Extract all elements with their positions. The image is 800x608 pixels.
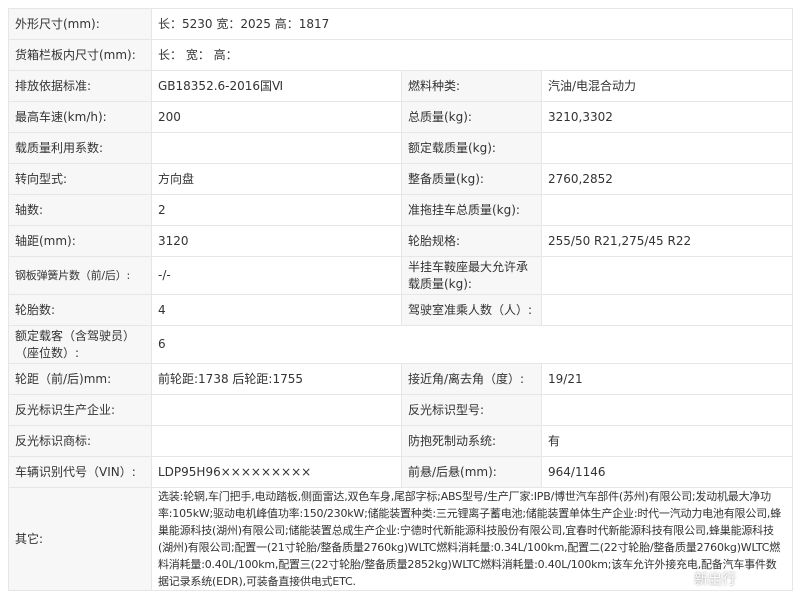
value-overhang: 964/1146 bbox=[540, 456, 794, 488]
value-cargo-box: 长： 宽： 高： bbox=[150, 39, 794, 71]
value-saddle-load bbox=[540, 256, 794, 295]
value-steering: 方向盘 bbox=[151, 163, 402, 195]
value-dimensions: 长：5230 宽：2025 高：1817 bbox=[150, 8, 794, 40]
label-load-factor: 载质量利用系数: bbox=[8, 132, 152, 164]
label-rated-load: 额定载质量(kg): bbox=[401, 132, 542, 164]
row-reflector-brand: 反光标识商标: 防抱死制动系统: 有 bbox=[8, 425, 794, 457]
label-cargo-box: 货箱栏板内尺寸(mm): bbox=[8, 39, 152, 71]
value-emission: GB18352.6-2016国Ⅵ bbox=[151, 70, 402, 102]
label-reflector-maker: 反光标识生产企业: bbox=[8, 394, 152, 426]
label-steering: 转向型式: bbox=[8, 163, 152, 195]
value-approach-angle: 19/21 bbox=[540, 363, 794, 395]
row-seats: 额定载客（含驾驶员）（座位数）: 6 bbox=[8, 325, 794, 364]
value-leaf-springs: -/- bbox=[151, 256, 402, 295]
value-cab-capacity bbox=[540, 294, 794, 326]
value-vin: LDP95H96××××××××× bbox=[151, 456, 402, 488]
row-other: 其它: 选装:轮辋,车门把手,电动踏板,侧面雷达,双色车身,尾部字标;ABS型号… bbox=[8, 487, 794, 591]
label-trailer-mass: 准拖挂车总质量(kg): bbox=[401, 194, 542, 226]
value-axles: 2 bbox=[151, 194, 402, 226]
value-load-factor bbox=[151, 132, 402, 164]
label-reflector-brand: 反光标识商标: bbox=[8, 425, 152, 457]
row-cargo-box: 货箱栏板内尺寸(mm): 长： 宽： 高： bbox=[8, 39, 794, 71]
row-load-factor: 载质量利用系数: 额定载质量(kg): bbox=[8, 132, 794, 164]
value-tire-count: 4 bbox=[151, 294, 402, 326]
label-curb-mass: 整备质量(kg): bbox=[401, 163, 542, 195]
value-abs: 有 bbox=[540, 425, 794, 457]
label-vin: 车辆识别代号（VIN）: bbox=[8, 456, 152, 488]
value-track: 前轮距:1738 后轮距:1755 bbox=[151, 363, 402, 395]
row-steering: 转向型式: 方向盘 整备质量(kg): 2760,2852 bbox=[8, 163, 794, 195]
row-tire-count: 轮胎数: 4 驾驶室准乘人数（人）: bbox=[8, 294, 794, 326]
label-approach-angle: 接近角/离去角（度）: bbox=[401, 363, 542, 395]
label-tire-count: 轮胎数: bbox=[8, 294, 152, 326]
label-wheelbase: 轴距(mm): bbox=[8, 225, 152, 257]
value-reflector-brand bbox=[151, 425, 402, 457]
label-abs: 防抱死制动系统: bbox=[401, 425, 542, 457]
row-emission: 排放依据标准: GB18352.6-2016国Ⅵ 燃料种类: 汽油/电混合动力 bbox=[8, 70, 794, 102]
spec-table: 外形尺寸(mm): 长：5230 宽：2025 高：1817 货箱栏板内尺寸(m… bbox=[8, 8, 794, 591]
label-total-mass: 总质量(kg): bbox=[401, 101, 542, 133]
value-total-mass: 3210,3302 bbox=[540, 101, 794, 133]
value-reflector-maker bbox=[151, 394, 402, 426]
label-cab-capacity: 驾驶室准乘人数（人）: bbox=[401, 294, 542, 326]
row-max-speed: 最高车速(km/h): 200 总质量(kg): 3210,3302 bbox=[8, 101, 794, 133]
label-dimensions: 外形尺寸(mm): bbox=[8, 8, 152, 40]
label-overhang: 前悬/后悬(mm): bbox=[401, 456, 542, 488]
value-reflector-model bbox=[540, 394, 794, 426]
label-track: 轮距（前/后)mm: bbox=[8, 363, 152, 395]
value-curb-mass: 2760,2852 bbox=[540, 163, 794, 195]
row-dimensions: 外形尺寸(mm): 长：5230 宽：2025 高：1817 bbox=[8, 8, 794, 40]
label-tire-spec: 轮胎规格: bbox=[401, 225, 542, 257]
label-saddle-load: 半挂车鞍座最大允许承载质量(kg): bbox=[401, 256, 542, 295]
label-max-speed: 最高车速(km/h): bbox=[8, 101, 152, 133]
row-reflector-maker: 反光标识生产企业: 反光标识型号: bbox=[8, 394, 794, 426]
row-vin: 车辆识别代号（VIN）: LDP95H96××××××××× 前悬/后悬(mm)… bbox=[8, 456, 794, 488]
row-axles: 轴数: 2 准拖挂车总质量(kg): bbox=[8, 194, 794, 226]
row-leaf-springs: 钢板弹簧片数（前/后）: -/- 半挂车鞍座最大允许承载质量(kg): bbox=[8, 256, 794, 295]
value-rated-load bbox=[540, 132, 794, 164]
label-seats: 额定载客（含驾驶员）（座位数）: bbox=[8, 325, 152, 364]
label-reflector-model: 反光标识型号: bbox=[401, 394, 542, 426]
label-fuel-type: 燃料种类: bbox=[401, 70, 542, 102]
label-leaf-springs: 钢板弹簧片数（前/后）: bbox=[8, 256, 152, 295]
value-max-speed: 200 bbox=[151, 101, 402, 133]
value-trailer-mass bbox=[540, 194, 794, 226]
watermark-logo: 新出行 bbox=[694, 572, 736, 588]
row-track: 轮距（前/后)mm: 前轮距:1738 后轮距:1755 接近角/离去角（度）:… bbox=[8, 363, 794, 395]
value-fuel-type: 汽油/电混合动力 bbox=[540, 70, 794, 102]
value-seats: 6 bbox=[150, 325, 794, 364]
label-emission: 排放依据标准: bbox=[8, 70, 152, 102]
label-axles: 轴数: bbox=[8, 194, 152, 226]
value-tire-spec: 255/50 R21,275/45 R22 bbox=[540, 225, 794, 257]
row-wheelbase: 轴距(mm): 3120 轮胎规格: 255/50 R21,275/45 R22 bbox=[8, 225, 794, 257]
label-other: 其它: bbox=[8, 487, 152, 591]
value-wheelbase: 3120 bbox=[151, 225, 402, 257]
